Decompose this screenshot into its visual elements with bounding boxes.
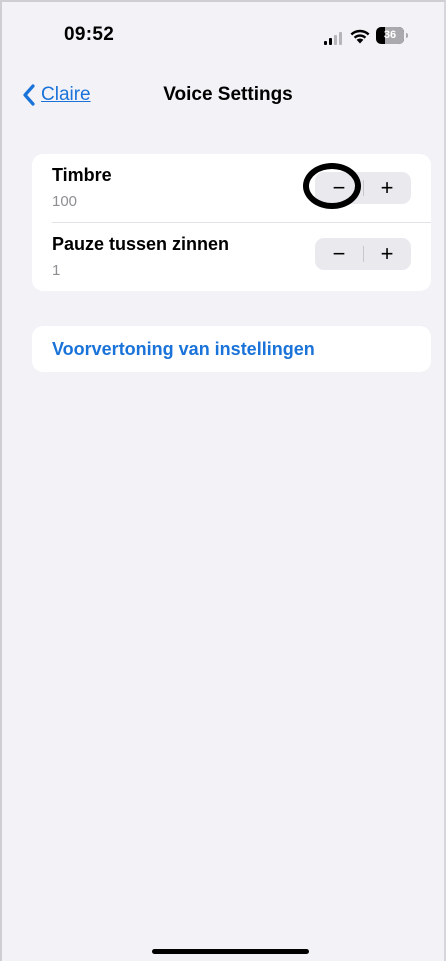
page-title: Voice Settings [163, 84, 293, 105]
screen: 09:52 36 Claire Voice Settings Timbre 10… [0, 0, 446, 961]
pause-stepper: − + [315, 238, 411, 270]
wifi-icon [350, 29, 370, 44]
cellular-signal-icon [324, 31, 344, 45]
pause-increment-button[interactable]: + [363, 238, 411, 270]
timbre-decrement-button[interactable]: − [315, 172, 363, 204]
battery-level: 36 [383, 29, 397, 41]
pause-decrement-button[interactable]: − [315, 238, 363, 270]
voice-settings-card: Timbre 100 − + Pauze tussen zinnen 1 − + [32, 154, 431, 291]
setting-value: 100 [52, 193, 78, 210]
status-time: 09:52 [64, 24, 115, 45]
setting-row-pause: Pauze tussen zinnen 1 − + [32, 223, 431, 291]
timbre-stepper: − + [315, 172, 411, 204]
setting-row-timbre: Timbre 100 − + [32, 154, 431, 222]
preview-card: Voorvertoning van instellingen [32, 326, 431, 372]
battery-icon: 36 [376, 27, 410, 45]
setting-value: 1 [52, 262, 61, 279]
preview-settings-button[interactable]: Voorvertoning van instellingen [52, 339, 315, 360]
setting-label: Timbre [52, 165, 112, 185]
setting-label: Pauze tussen zinnen [52, 234, 230, 254]
status-bar: 09:52 36 [2, 2, 444, 62]
home-indicator[interactable] [152, 949, 309, 954]
timbre-increment-button[interactable]: + [363, 172, 411, 204]
navigation-bar: Claire Voice Settings [2, 72, 444, 116]
